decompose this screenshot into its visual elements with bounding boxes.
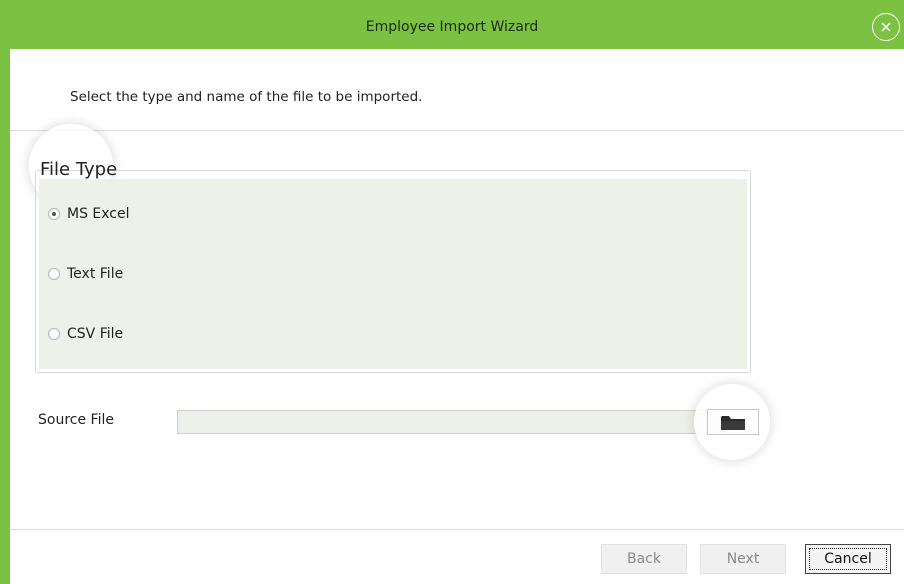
footer-divider	[10, 529, 904, 530]
radio-label: Text File	[67, 266, 124, 282]
cancel-button[interactable]: Cancel	[805, 544, 891, 574]
back-button[interactable]: Back	[601, 544, 687, 574]
radio-text-file[interactable]: Text File	[48, 266, 123, 282]
close-icon	[881, 22, 891, 32]
title-bar: Employee Import Wizard	[0, 0, 904, 49]
window-accent-edge	[0, 0, 10, 584]
file-type-panel	[39, 179, 747, 369]
radio-csv-file[interactable]: CSV File	[48, 326, 123, 342]
radio-label: MS Excel	[67, 206, 130, 222]
folder-icon	[721, 416, 745, 430]
close-button[interactable]	[872, 13, 900, 41]
radio-button-checked[interactable]	[48, 208, 60, 220]
radio-label: CSV File	[67, 326, 124, 342]
radio-button[interactable]	[48, 328, 60, 340]
window-title: Employee Import Wizard	[365, 19, 539, 35]
browse-button[interactable]	[707, 409, 759, 435]
source-file-label: Source File	[38, 412, 114, 428]
instruction-text: Select the type and name of the file to …	[70, 89, 423, 105]
import-wizard-window: Employee Import Wizard Select the type a…	[0, 0, 904, 584]
cancel-button-label: Cancel	[824, 551, 872, 567]
radio-button[interactable]	[48, 268, 60, 280]
header-divider	[10, 130, 904, 131]
file-type-legend: File Type	[40, 159, 118, 180]
source-file-input[interactable]	[177, 410, 707, 434]
next-button[interactable]: Next	[700, 544, 786, 574]
file-type-group	[35, 170, 751, 373]
radio-ms-excel[interactable]: MS Excel	[48, 206, 130, 222]
